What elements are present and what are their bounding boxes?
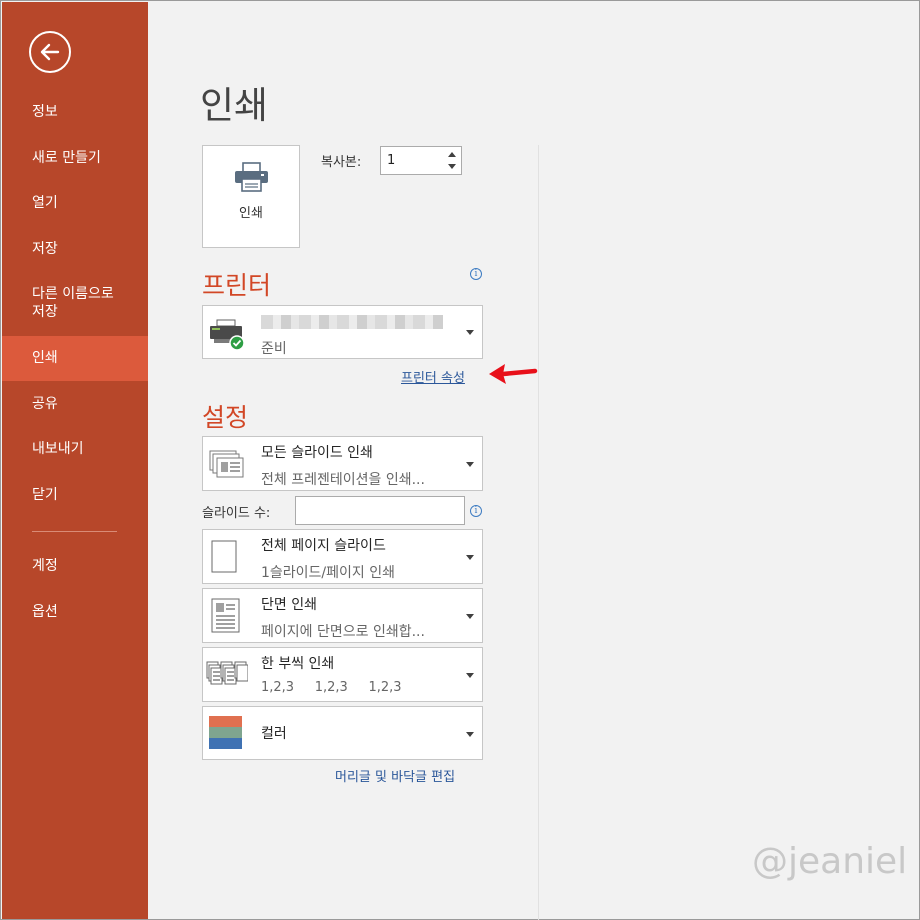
- print-slides-dropdown[interactable]: 모든 슬라이드 인쇄 전체 프레젠테이션을 인쇄...: [202, 436, 483, 491]
- backstage-sidebar: 정보 새로 만들기 열기 저장 다른 이름으로 저장 인쇄 공유 내보내기 닫기…: [2, 2, 148, 919]
- preview-divider: [538, 145, 539, 920]
- copies-stepper[interactable]: 1: [380, 146, 462, 175]
- copies-label: 복사본:: [321, 155, 362, 170]
- sidebar-item-share[interactable]: 공유: [2, 395, 148, 413]
- chevron-up-icon: [448, 152, 456, 157]
- header-footer-link[interactable]: 머리글 및 바닥글 편집: [335, 766, 455, 785]
- sidebar-item-new[interactable]: 새로 만들기: [2, 149, 148, 167]
- slide-count-input[interactable]: [295, 496, 465, 525]
- single-sided-icon: [211, 598, 240, 633]
- print-slides-value: 모든 슬라이드 인쇄: [261, 445, 373, 461]
- page-title: 인쇄: [200, 84, 269, 127]
- sidebar-divider: [32, 531, 117, 532]
- print-button-label: 인쇄: [239, 206, 263, 221]
- printer-dropdown[interactable]: 준비: [202, 305, 483, 359]
- dropdown-arrow-icon: [466, 330, 474, 335]
- full-page-slide-icon: [211, 540, 237, 573]
- printer-icon: [235, 162, 268, 192]
- copies-decrement-button[interactable]: [447, 163, 457, 171]
- dropdown-arrow-icon: [466, 555, 474, 560]
- sidebar-item-print[interactable]: 인쇄: [2, 336, 148, 381]
- sidebar-item-save-as[interactable]: 다른 이름으로 저장: [2, 285, 148, 321]
- printer-properties-link[interactable]: 프린터 속성: [401, 367, 465, 386]
- print-slides-description: 전체 프레젠테이션을 인쇄...: [261, 472, 425, 488]
- collate-dropdown[interactable]: 한 부씩 인쇄 1,2,3 1,2,3 1,2,3: [202, 647, 483, 702]
- chevron-down-icon: [448, 164, 456, 169]
- layout-description: 1슬라이드/페이지 인쇄: [261, 565, 395, 581]
- layout-value: 전체 페이지 슬라이드: [261, 538, 386, 554]
- printer-name-redacted: [261, 315, 443, 329]
- sidebar-item-account[interactable]: 계정: [2, 557, 148, 575]
- dropdown-arrow-icon: [466, 673, 474, 678]
- settings-section-title: 설정: [202, 403, 249, 432]
- dropdown-arrow-icon: [466, 732, 474, 737]
- back-arrow-icon: [40, 43, 60, 61]
- dropdown-arrow-icon: [466, 614, 474, 619]
- info-icon[interactable]: i: [470, 268, 482, 280]
- print-button[interactable]: 인쇄: [202, 145, 300, 248]
- printer-status: 준비: [261, 341, 287, 357]
- slides-stack-icon: [209, 450, 244, 478]
- printer-ready-icon: [210, 319, 245, 351]
- color-dropdown[interactable]: 컬러: [202, 706, 483, 760]
- sidebar-item-close[interactable]: 닫기: [2, 486, 148, 504]
- sidebar-item-open[interactable]: 열기: [2, 194, 148, 212]
- sidebar-item-save[interactable]: 저장: [2, 240, 148, 258]
- collate-value: 한 부씩 인쇄: [261, 656, 335, 672]
- sides-description: 페이지에 단면으로 인쇄합...: [261, 624, 425, 640]
- copies-value: 1: [387, 153, 396, 168]
- sidebar-item-export[interactable]: 내보내기: [2, 440, 148, 458]
- copies-increment-button[interactable]: [447, 150, 457, 158]
- sides-dropdown[interactable]: 단면 인쇄 페이지에 단면으로 인쇄합...: [202, 588, 483, 643]
- collated-icon: [206, 661, 248, 685]
- backstage-window: 정보 새로 만들기 열기 저장 다른 이름으로 저장 인쇄 공유 내보내기 닫기…: [0, 0, 920, 920]
- slide-count-label: 슬라이드 수:: [202, 506, 271, 521]
- dropdown-arrow-icon: [466, 462, 474, 467]
- sidebar-item-info[interactable]: 정보: [2, 103, 148, 121]
- collate-description: 1,2,3 1,2,3 1,2,3: [261, 680, 402, 695]
- sides-value: 단면 인쇄: [261, 597, 317, 613]
- info-icon[interactable]: i: [470, 505, 482, 517]
- layout-dropdown[interactable]: 전체 페이지 슬라이드 1슬라이드/페이지 인쇄: [202, 529, 483, 584]
- color-value: 컬러: [261, 726, 287, 742]
- printer-section-title: 프린터: [202, 271, 272, 300]
- watermark: @jeaniel: [752, 841, 908, 882]
- sidebar-item-options[interactable]: 옵션: [2, 603, 148, 621]
- color-swatch-icon: [209, 716, 242, 749]
- back-button[interactable]: [29, 31, 71, 73]
- annotation-arrow-icon: [489, 364, 538, 384]
